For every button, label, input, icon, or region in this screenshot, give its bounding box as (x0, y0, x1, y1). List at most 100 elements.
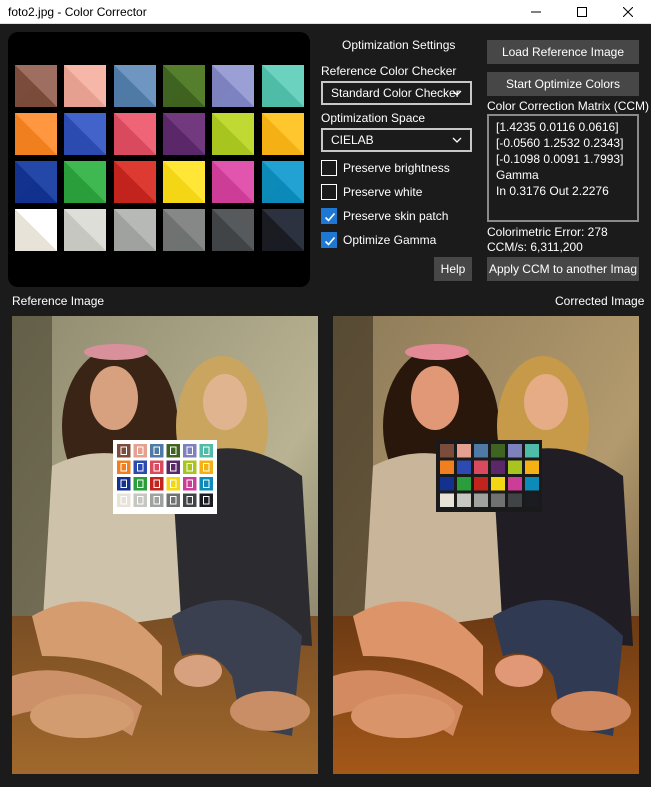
maximize-icon (577, 7, 587, 17)
card-patch (150, 444, 164, 458)
card-patch (117, 444, 131, 458)
reference-checker-select[interactable]: Standard Color Checker (321, 81, 472, 105)
color-checker-panel (8, 32, 310, 287)
checker-patch (162, 65, 205, 107)
checker-patch (261, 209, 304, 251)
colorimetric-error-text: Colorimetric Error: 278 (487, 225, 608, 239)
option-preserve-brightness[interactable]: Preserve brightness (321, 159, 450, 177)
maximize-button[interactable] (559, 0, 605, 24)
close-button[interactable] (605, 0, 651, 24)
chevron-down-icon (452, 137, 462, 143)
card-patch (525, 493, 539, 507)
checker-patch (15, 113, 57, 155)
checkbox[interactable] (321, 160, 337, 176)
option-label: Optimize Gamma (343, 233, 437, 247)
card-patch (474, 444, 488, 458)
checker-patch (15, 161, 57, 203)
checker-patch (261, 161, 304, 203)
checker-patch (113, 161, 156, 203)
card-patch (166, 493, 180, 507)
checker-patch (113, 209, 156, 251)
option-label: Preserve skin patch (343, 209, 449, 223)
card-patch (440, 444, 454, 458)
reference-image (12, 316, 318, 774)
option-label: Preserve white (343, 185, 423, 199)
card-patch (525, 477, 539, 491)
ccm-text-box[interactable]: [1.4235 0.0116 0.0616] [-0.0560 1.2532 0… (487, 114, 639, 222)
card-patch (166, 444, 180, 458)
card-patch (457, 460, 471, 474)
ccm-line: In 0.3176 Out 2.2276 (496, 184, 609, 198)
ccm-line: [-0.0560 1.2532 0.2343] (496, 136, 624, 150)
title-bar: foto2.jpg - Color Corrector (0, 0, 651, 24)
close-icon (623, 7, 633, 17)
card-patch (457, 444, 471, 458)
card-patch (457, 493, 471, 507)
ccm-label: Color Correction Matrix (CCM) (487, 99, 650, 113)
card-patch (133, 477, 147, 491)
reference-image-label: Reference Image (12, 294, 105, 308)
option-optimize-gamma[interactable]: Optimize Gamma (321, 231, 436, 249)
card-patch (199, 460, 213, 474)
card-patch (150, 493, 164, 507)
checker-patch (15, 209, 57, 251)
optimization-space-value: CIELAB (331, 133, 374, 147)
checker-patch (113, 65, 156, 107)
card-patch (491, 493, 505, 507)
optimization-space-label: Optimization Space (321, 111, 426, 125)
card-patch (508, 444, 522, 458)
card-patch (440, 460, 454, 474)
checker-patch (261, 65, 304, 107)
card-patch (166, 477, 180, 491)
card-patch (183, 477, 197, 491)
checker-patch (261, 113, 304, 155)
settings-heading: Optimization Settings (342, 38, 456, 52)
checker-patch (64, 209, 107, 251)
card-patch (150, 477, 164, 491)
card-patch (474, 493, 488, 507)
corrected-image (333, 316, 639, 774)
card-patch (491, 444, 505, 458)
minimize-button[interactable] (513, 0, 559, 24)
help-button[interactable]: Help (434, 257, 472, 281)
corrected-image-label: Corrected Image (555, 294, 645, 308)
card-patch (457, 477, 471, 491)
card-patch (150, 460, 164, 474)
checker-patch (64, 113, 107, 155)
card-patch (525, 444, 539, 458)
card-patch (133, 444, 147, 458)
option-preserve-white[interactable]: Preserve white (321, 183, 422, 201)
checkmark-icon (324, 236, 336, 246)
option-preserve-skin-patch[interactable]: Preserve skin patch (321, 207, 448, 225)
card-patch (183, 444, 197, 458)
option-label: Preserve brightness (343, 161, 450, 175)
optimization-space-select[interactable]: CIELAB (321, 128, 472, 152)
card-patch (199, 477, 213, 491)
card-patch (199, 493, 213, 507)
card-patch (440, 493, 454, 507)
checker-patch (212, 113, 255, 155)
card-patch (474, 460, 488, 474)
card-patch (166, 460, 180, 474)
checker-patch (212, 65, 255, 107)
checker-patch (212, 161, 255, 203)
load-reference-image-button[interactable]: Load Reference Image (487, 40, 639, 64)
chevron-down-icon (452, 90, 462, 96)
start-optimize-colors-button[interactable]: Start Optimize Colors (487, 72, 639, 96)
checkbox[interactable] (321, 208, 337, 224)
checker-patch (162, 161, 205, 203)
checker-patch (162, 209, 205, 251)
checker-patch (15, 65, 57, 107)
apply-ccm-button[interactable]: Apply CCM to another Imag (487, 257, 639, 281)
ccm-line: [1.4235 0.0116 0.0616] (496, 120, 619, 134)
card-patch (525, 460, 539, 474)
checkbox[interactable] (321, 232, 337, 248)
reference-checker-label: Reference Color Checker (321, 64, 457, 78)
reference-checker-value: Standard Color Checker (331, 86, 460, 100)
card-patch (491, 460, 505, 474)
window-title: foto2.jpg - Color Corrector (8, 5, 147, 19)
checkbox[interactable] (321, 184, 337, 200)
card-patch (183, 493, 197, 507)
card-patch (508, 460, 522, 474)
card-patch (508, 477, 522, 491)
